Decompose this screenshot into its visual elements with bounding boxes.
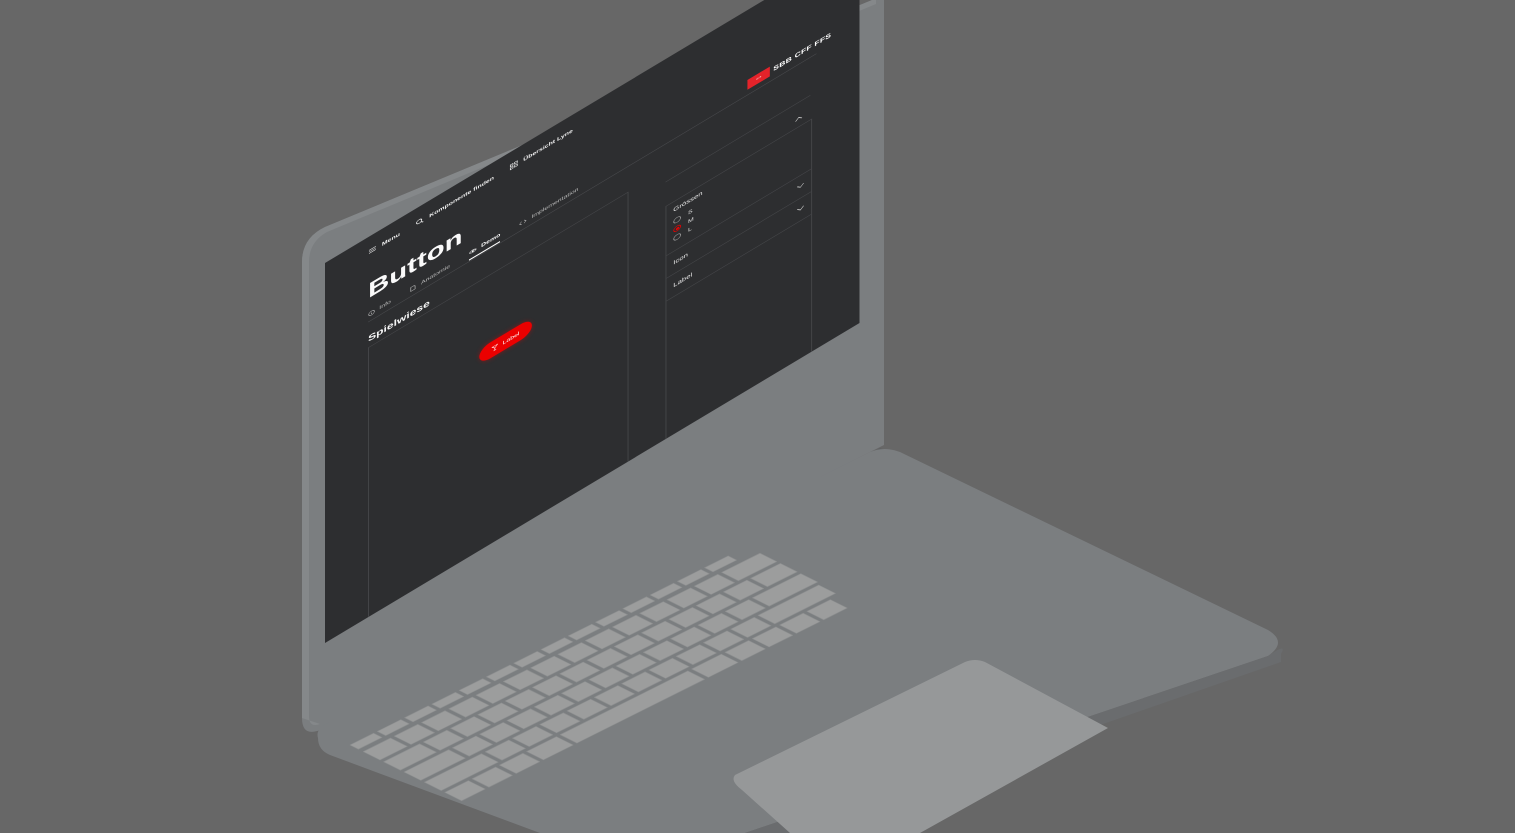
tab-implementation[interactable]: Implementation [519,186,579,231]
sbb-logo-mark-icon: ⇔ [747,66,770,90]
info-icon [368,309,375,316]
menu-button[interactable]: Menu [368,230,400,255]
size-l-label: L [687,225,692,234]
sbb-logo[interactable]: ⇔ SBB CFF FFS [747,30,831,90]
logo-text: SBB CFF FFS [773,31,832,73]
cocktail-icon [491,343,499,351]
tab-demo[interactable]: Demo [469,231,501,261]
code-icon [519,219,527,225]
radio-l[interactable] [673,231,682,243]
grid-icon [509,160,518,171]
hamburger-icon [368,246,376,254]
icon-accordion-label: Icon [673,251,688,266]
chevron-down-icon [796,205,804,211]
chevron-down-icon [796,182,804,188]
label-accordion-label: Label [673,271,693,289]
chevron-up-icon[interactable] [795,114,803,122]
size-s-label: S [687,207,693,217]
search-icon [416,218,424,225]
document-icon [410,284,416,292]
tab-implementation-label: Implementation [531,186,579,220]
demo-label-button[interactable]: Label [479,317,532,365]
demo-button-label: Label [502,330,520,346]
menu-label: Menu [381,230,400,248]
tab-demo-label: Demo [481,231,501,249]
eye-icon [469,248,477,254]
